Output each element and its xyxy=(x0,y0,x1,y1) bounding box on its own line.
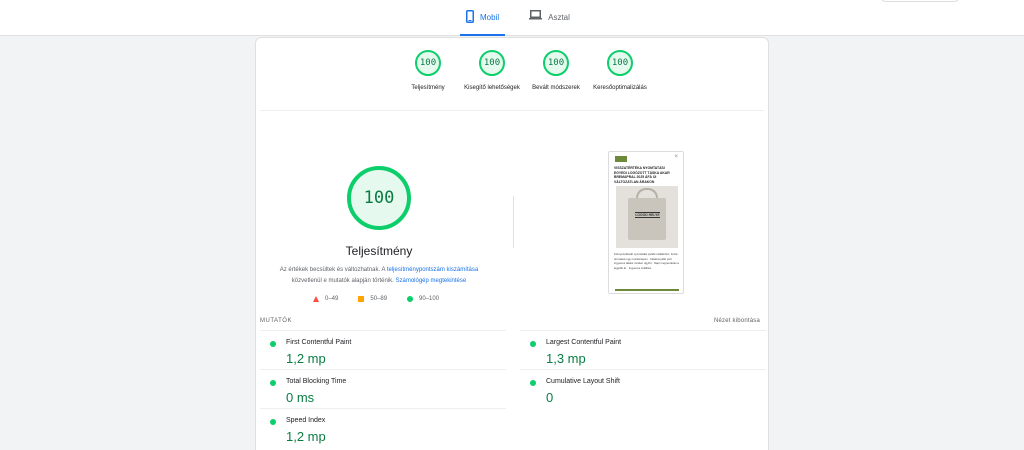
summary-gauges: 100 Teljesítmény 100 Kisegítő lehetősége… xyxy=(396,50,652,93)
laptop-icon xyxy=(529,10,543,20)
metric-value: 1,2 mp xyxy=(286,351,326,366)
metrics-header: MUTATÓK Nézet kibontása xyxy=(260,318,760,324)
gauge-score[interactable]: 100 xyxy=(479,50,505,76)
performance-note: Az értékek becsültek és változhatnak. A … xyxy=(266,265,492,287)
legend-average: 50–89 xyxy=(358,296,387,302)
pass-circle-icon xyxy=(530,341,536,347)
report-card: 100 Teljesítmény 100 Kisegítő lehetősége… xyxy=(255,37,769,450)
legend-fail: 0–49 xyxy=(313,296,338,302)
expand-view-button[interactable]: Nézet kibontása xyxy=(714,318,760,324)
tote-bag-image: LOGÓD HELYE xyxy=(616,186,678,248)
gauge-score[interactable]: 100 xyxy=(543,50,569,76)
performance-gauge: 100 xyxy=(347,166,411,230)
tab-mobile[interactable]: Mobil xyxy=(460,10,506,36)
metric-tbt: Total Blocking Time 0 ms xyxy=(260,369,506,408)
pass-circle-icon xyxy=(270,419,276,425)
smartphone-icon xyxy=(466,10,474,23)
gauge-seo[interactable]: 100 Keresőoptimalizálás xyxy=(588,50,652,93)
legend-pass: 90–100 xyxy=(407,296,439,302)
metric-value: 1,2 mp xyxy=(286,429,326,444)
pass-circle-icon xyxy=(530,380,536,386)
metric-lcp: Largest Contentful Paint 1,3 mp xyxy=(520,330,766,369)
legend-range: 50–89 xyxy=(370,296,388,302)
bag-logo-text: LOGÓD HELYE xyxy=(635,212,660,218)
metric-name: Cumulative Layout Shift xyxy=(546,378,620,385)
bag-body xyxy=(628,198,666,240)
gauge-score[interactable]: 100 xyxy=(415,50,441,76)
metric-name: Total Blocking Time xyxy=(286,378,347,385)
metric-name: Largest Contentful Paint xyxy=(546,339,622,346)
gauge-label: Bevált módszerek xyxy=(532,85,580,91)
score-legend: 0–49 50–89 90–100 xyxy=(313,296,439,302)
gauge-best-practices[interactable]: 100 Bevált módszerek xyxy=(524,50,588,93)
site-logo xyxy=(615,156,627,162)
gauge-score[interactable]: 100 xyxy=(607,50,633,76)
tab-desktop-label: Asztal xyxy=(548,13,570,22)
tab-mobile-label: Mobil xyxy=(480,13,500,22)
top-bar: Mobil Asztal xyxy=(0,0,1024,36)
gauge-performance[interactable]: 100 Teljesítmény xyxy=(396,50,460,93)
metric-name: Speed Index xyxy=(286,417,326,424)
metric-cls: Cumulative Layout Shift 0 xyxy=(520,369,766,408)
note-text: közvetlenül e mutatók alapján történik. xyxy=(291,278,394,284)
square-icon xyxy=(358,296,365,302)
metric-fcp: First Contentful Paint 1,2 mp xyxy=(260,330,506,369)
screenshot-headline: VISSZATÉRTÉKA NYOMTATÁSI EGYEDI LOGÓZOTT… xyxy=(614,166,670,184)
legend-range: 90–100 xyxy=(419,296,440,302)
metric-speed-index: Speed Index 1,2 mp xyxy=(260,408,506,447)
metric-value: 1,3 mp xyxy=(546,351,586,366)
note-text: Az értékek becsültek és változhatnak. A xyxy=(279,267,386,273)
page-screenshot: × VISSZATÉRTÉKA NYOMTATÁSI EGYEDI LOGÓZO… xyxy=(608,151,684,294)
gauge-label: Kisegítő lehetőségek xyxy=(464,85,520,91)
top-control[interactable] xyxy=(880,0,960,2)
calculator-link[interactable]: Számológép megtekintése xyxy=(396,278,467,284)
screenshot-bar xyxy=(615,289,679,291)
tab-desktop[interactable]: Asztal xyxy=(523,10,576,36)
device-tabs: Mobil Asztal xyxy=(460,10,576,36)
gauge-accessibility[interactable]: 100 Kisegítő lehetőségek xyxy=(460,50,524,93)
screenshot-body-text: Környezetbarát nyomtatási pultők szállás… xyxy=(614,252,679,270)
close-icon: × xyxy=(674,154,678,160)
performance-title: Teljesítmény xyxy=(345,244,413,258)
gauge-label: Keresőoptimalizálás xyxy=(593,85,647,91)
metrics-heading: MUTATÓK xyxy=(260,318,292,324)
legend-range: 0–49 xyxy=(325,296,339,302)
pass-circle-icon xyxy=(270,341,276,347)
vertical-divider xyxy=(513,196,514,248)
score-calculation-link[interactable]: teljesítménypontszám kiszámítása xyxy=(387,267,478,273)
circle-icon xyxy=(407,296,414,302)
gauge-label: Teljesítmény xyxy=(411,85,445,91)
metric-value: 0 ms xyxy=(286,390,315,405)
metric-name: First Contentful Paint xyxy=(286,339,352,346)
divider xyxy=(260,110,764,111)
triangle-icon xyxy=(313,296,319,302)
pass-circle-icon xyxy=(270,380,276,386)
metric-value: 0 xyxy=(546,390,554,405)
